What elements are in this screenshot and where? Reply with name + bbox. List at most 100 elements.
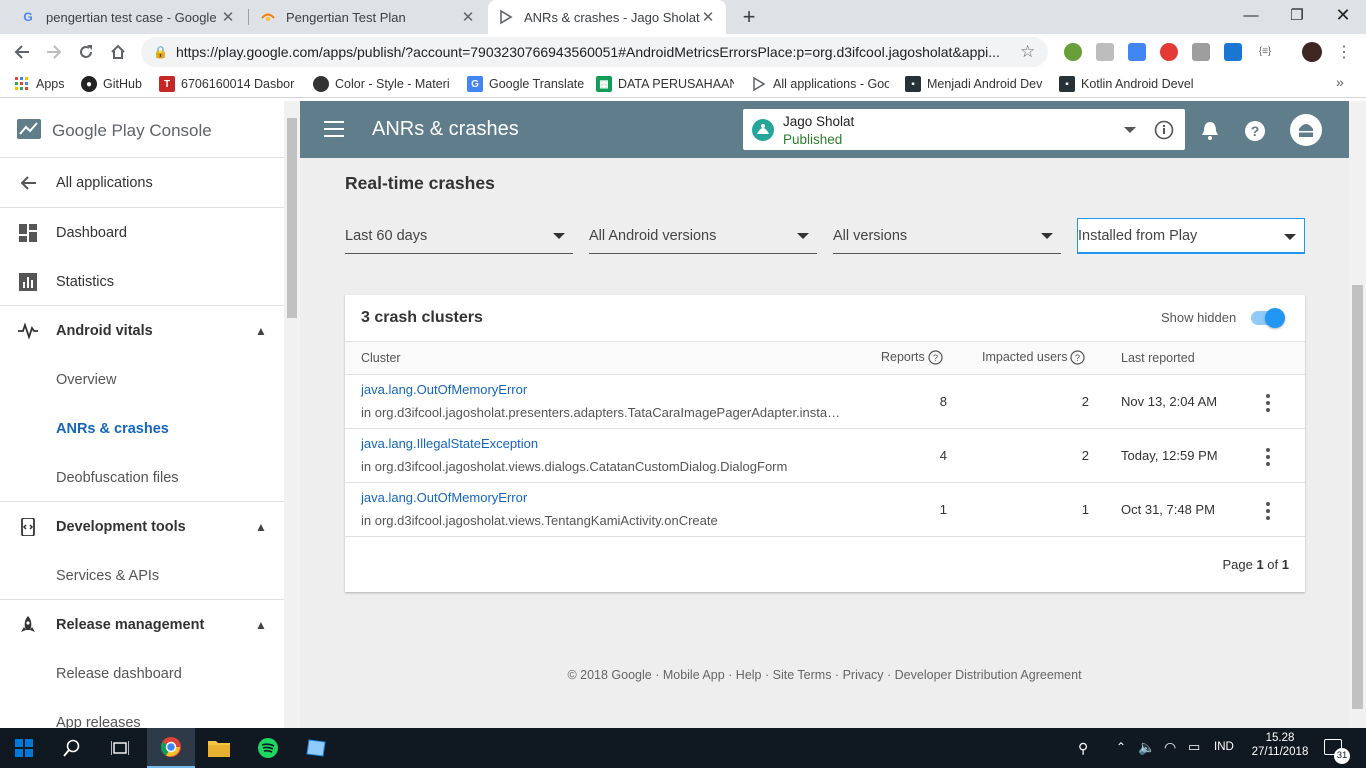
sidebar-item-android-vitals[interactable]: Android vitals ▲: [0, 306, 284, 355]
help-circle-icon[interactable]: ?: [928, 350, 943, 368]
notifications-icon[interactable]: [1200, 120, 1220, 145]
android-version-filter[interactable]: All Android versions: [589, 218, 817, 254]
restore-icon[interactable]: ❐: [1274, 0, 1320, 30]
footer-link[interactable]: Help: [736, 668, 762, 682]
chevron-up-icon[interactable]: ⌃: [1116, 740, 1126, 754]
reload-icon[interactable]: [71, 37, 101, 67]
table-row[interactable]: java.lang.OutOfMemoryError in org.d3ifco…: [345, 374, 1305, 428]
sidebar-item-services-apis[interactable]: Services & APIs: [0, 551, 284, 600]
address-bar[interactable]: 🔒 https://play.google.com/apps/publish/?…: [141, 37, 1048, 67]
sidebar-item-development-tools[interactable]: Development tools ▲: [0, 502, 284, 551]
sidebar-item-statistics[interactable]: Statistics: [0, 257, 284, 306]
home-icon[interactable]: [103, 37, 133, 67]
chevron-up-icon[interactable]: ▲: [255, 618, 267, 632]
more-bookmarks-icon[interactable]: »: [1336, 74, 1344, 90]
battery-icon[interactable]: ▭: [1188, 739, 1200, 755]
close-tab-icon[interactable]: ✕: [460, 8, 476, 26]
footer-link[interactable]: Privacy: [843, 668, 884, 682]
browser-tab[interactable]: Pengertian Test Plan ✕: [250, 0, 486, 34]
volume-icon[interactable]: 🔈: [1138, 739, 1155, 756]
new-tab-icon[interactable]: +: [736, 4, 762, 30]
sidebar-item-app-releases[interactable]: App releases: [0, 698, 284, 729]
more-vert-icon[interactable]: [1266, 502, 1270, 523]
footer-link[interactable]: Site Terms: [773, 668, 832, 682]
bookmark-dasbor[interactable]: T 6706160014 Dasbor: [159, 74, 297, 94]
windows-start-icon[interactable]: [0, 728, 48, 768]
translate-extension-icon[interactable]: [1128, 43, 1146, 61]
sidebar-item-all-applications[interactable]: All applications: [0, 158, 284, 207]
people-icon[interactable]: ⚲: [1078, 740, 1088, 757]
column-header-cluster[interactable]: Cluster: [361, 351, 401, 365]
sidebar-item-deobfuscation[interactable]: Deobfuscation files: [0, 453, 284, 502]
bookmark-google-translate[interactable]: G Google Translate: [467, 74, 584, 94]
page-scrollbar-thumb[interactable]: [1352, 285, 1363, 709]
show-hidden-toggle[interactable]: [1251, 308, 1285, 328]
info-icon[interactable]: [1154, 120, 1174, 143]
wifi-icon[interactable]: ◠: [1164, 739, 1176, 756]
minimize-icon[interactable]: —: [1228, 0, 1274, 30]
app-version-filter[interactable]: All versions: [833, 218, 1061, 254]
avatar[interactable]: [1302, 42, 1322, 62]
bookmark-star-icon[interactable]: ☆: [1020, 42, 1035, 62]
sidebar-item-dashboard[interactable]: Dashboard: [0, 208, 284, 257]
browser-tab[interactable]: G pengertian test case - Google Se ✕: [10, 0, 246, 34]
column-header-reports[interactable]: Reports: [881, 350, 925, 364]
error-link[interactable]: java.lang.OutOfMemoryError: [361, 490, 527, 505]
bookmark-kotlin-android[interactable]: ▪ Kotlin Android Devel: [1059, 74, 1197, 94]
bookmark-color-style[interactable]: Color - Style - Materi: [313, 74, 451, 94]
footer-link[interactable]: Developer Distribution Agreement: [895, 668, 1082, 682]
app-selector[interactable]: Jago Sholat Published: [743, 109, 1185, 150]
help-circle-icon[interactable]: ?: [1070, 350, 1085, 368]
sidebar-item-anrs-crashes[interactable]: ANRs & crashes: [0, 404, 284, 453]
hamburger-menu-icon[interactable]: [324, 121, 344, 137]
close-tab-icon[interactable]: ✕: [220, 8, 236, 26]
footer-link[interactable]: Mobile App: [663, 668, 725, 682]
more-vert-icon[interactable]: [1266, 448, 1270, 469]
bookmark-all-applications[interactable]: All applications - Goo: [751, 74, 889, 94]
chevron-up-icon[interactable]: ▲: [255, 324, 267, 338]
extension-icon[interactable]: [1224, 43, 1242, 61]
sheets-icon: ▦: [596, 76, 612, 92]
install-source-filter[interactable]: Installed from Play: [1077, 218, 1305, 254]
forward-icon[interactable]: [39, 37, 69, 67]
back-icon[interactable]: [7, 37, 37, 67]
sidebar-item-overview[interactable]: Overview: [0, 355, 284, 404]
extension-icon[interactable]: [1160, 43, 1178, 61]
task-view-icon[interactable]: [96, 728, 144, 768]
bookmark-menjadi-android[interactable]: ▪ Menjadi Android Dev: [905, 74, 1043, 94]
error-link[interactable]: java.lang.IllegalStateException: [361, 436, 538, 451]
column-header-last-reported[interactable]: Last reported: [1121, 351, 1195, 365]
chevron-up-icon[interactable]: ▲: [255, 520, 267, 534]
menu-dots-icon[interactable]: ⋮: [1336, 42, 1352, 62]
sidebar-item-release-dashboard[interactable]: Release dashboard: [0, 649, 284, 698]
search-icon[interactable]: [48, 728, 96, 768]
close-window-icon[interactable]: ✕: [1320, 0, 1366, 30]
close-tab-icon[interactable]: ✕: [700, 8, 716, 26]
bookmark-data-perusahaan[interactable]: ▦ DATA PERUSAHAAN: [596, 74, 734, 94]
json-extension-icon[interactable]: {≡}: [1256, 43, 1274, 61]
sidebar-scrollbar-thumb[interactable]: [287, 118, 297, 318]
app-taskbar-icon[interactable]: [293, 728, 341, 768]
extension-icon[interactable]: [1096, 43, 1114, 61]
error-link[interactable]: java.lang.OutOfMemoryError: [361, 382, 527, 397]
date-range-filter[interactable]: Last 60 days: [345, 218, 573, 254]
file-explorer-icon[interactable]: [195, 728, 243, 768]
extension-icon[interactable]: [1064, 43, 1082, 61]
bookmark-github[interactable]: ● GitHub: [81, 74, 142, 94]
extension-icon[interactable]: [1192, 43, 1210, 61]
clock[interactable]: 15.28 27/11/2018: [1250, 732, 1310, 758]
play-console-logo[interactable]: Google Play Console: [16, 116, 212, 145]
column-header-impacted-users[interactable]: Impacted users: [982, 350, 1067, 364]
table-row[interactable]: java.lang.IllegalStateException in org.d…: [345, 428, 1305, 482]
spotify-icon[interactable]: [244, 728, 292, 768]
table-row[interactable]: java.lang.OutOfMemoryError in org.d3ifco…: [345, 482, 1305, 536]
chrome-taskbar-icon[interactable]: [147, 728, 195, 768]
page-title: ANRs & crashes: [372, 118, 519, 140]
account-avatar[interactable]: [1290, 114, 1322, 146]
browser-tab-active[interactable]: ANRs & crashes - Jago Sholat - G ✕: [488, 0, 726, 34]
bookmark-apps[interactable]: Apps: [14, 74, 65, 94]
more-vert-icon[interactable]: [1266, 394, 1270, 415]
sidebar-item-release-management[interactable]: Release management ▲: [0, 600, 284, 649]
help-icon[interactable]: ?: [1244, 120, 1266, 145]
language-indicator[interactable]: IND: [1214, 741, 1234, 753]
